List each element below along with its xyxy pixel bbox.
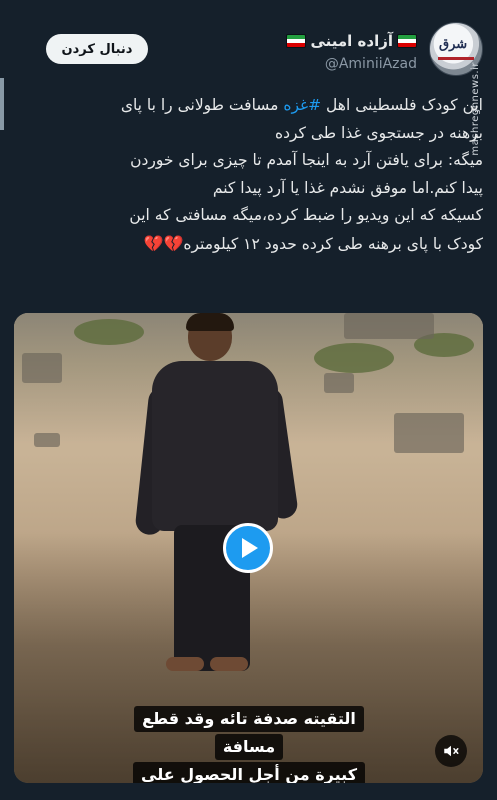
play-icon xyxy=(242,538,258,558)
caption-line: التقيته صدفة تائه وقد قطع xyxy=(134,706,364,732)
tweet-line: کسیکه که این ویدیو را ضبط کرده،میگه مساف… xyxy=(129,206,483,224)
video-scenery xyxy=(34,433,60,447)
follow-button[interactable]: دنبال کردن xyxy=(46,34,148,64)
video-player[interactable]: التقيته صدفة تائه وقد قطع مسافة كبيرة من… xyxy=(14,313,483,783)
video-captions: التقيته صدفة تائه وقد قطع مسافة كبيرة من… xyxy=(124,705,374,783)
scroll-indicator xyxy=(0,78,4,130)
iran-flag-icon xyxy=(286,34,307,48)
speaker-muted-icon xyxy=(444,745,459,757)
avatar-logo: شرق xyxy=(439,37,468,52)
tweet-header: دنبال کردن آزاده امینی @AminiiAzad شرق m… xyxy=(18,22,483,156)
video-scenery xyxy=(344,313,434,339)
video-scenery xyxy=(314,343,394,373)
play-button[interactable] xyxy=(223,523,273,573)
hashtag-link[interactable]: #غزه xyxy=(283,96,321,114)
video-subject xyxy=(134,313,300,713)
video-scenery xyxy=(74,319,144,345)
author-display-name[interactable]: آزاده امینی xyxy=(310,32,393,50)
author-name-row[interactable]: آزاده امینی xyxy=(286,32,417,50)
caption-line: مسافة xyxy=(214,734,284,760)
tweet-line: کودک با پای برهنه طی کرده حدود ۱۲ کیلومت… xyxy=(18,230,483,259)
video-scenery xyxy=(394,413,464,453)
video-scenery xyxy=(324,373,354,393)
tweet-text: این کودک فلسطینی اهل #غزه مسافت طولانی ر… xyxy=(18,92,483,258)
avatar-logo-bar xyxy=(438,57,474,60)
tweet-line-text: مسافت طولانی را با پای xyxy=(120,96,284,114)
tweet-line-text: این کودک فلسطینی اهل xyxy=(321,96,483,114)
tweet-line-text: کودک با پای برهنه طی کرده حدود ۱۲ کیلومت… xyxy=(183,234,483,253)
tweet-line: این کودک فلسطینی اهل #غزه مسافت طولانی ر… xyxy=(18,92,483,120)
caption-line: كبيرة من أجل الحصول على xyxy=(133,762,365,783)
video-scenery xyxy=(22,353,62,383)
tweet-line: میگه: برای یافتن آرد به اینجا آمدم تا چی… xyxy=(130,151,483,169)
author-handle[interactable]: @AminiiAzad xyxy=(325,56,417,72)
mute-button[interactable] xyxy=(435,735,467,767)
iran-flag-icon xyxy=(397,34,417,48)
tweet-line: برهنه در جستجوی غذا طی کرده xyxy=(274,123,483,142)
broken-heart-icon: 💔💔 xyxy=(143,233,184,253)
tweet-line: پیدا کنم.اما موفق نشدم غذا یا آرد پیدا ک… xyxy=(212,178,483,197)
